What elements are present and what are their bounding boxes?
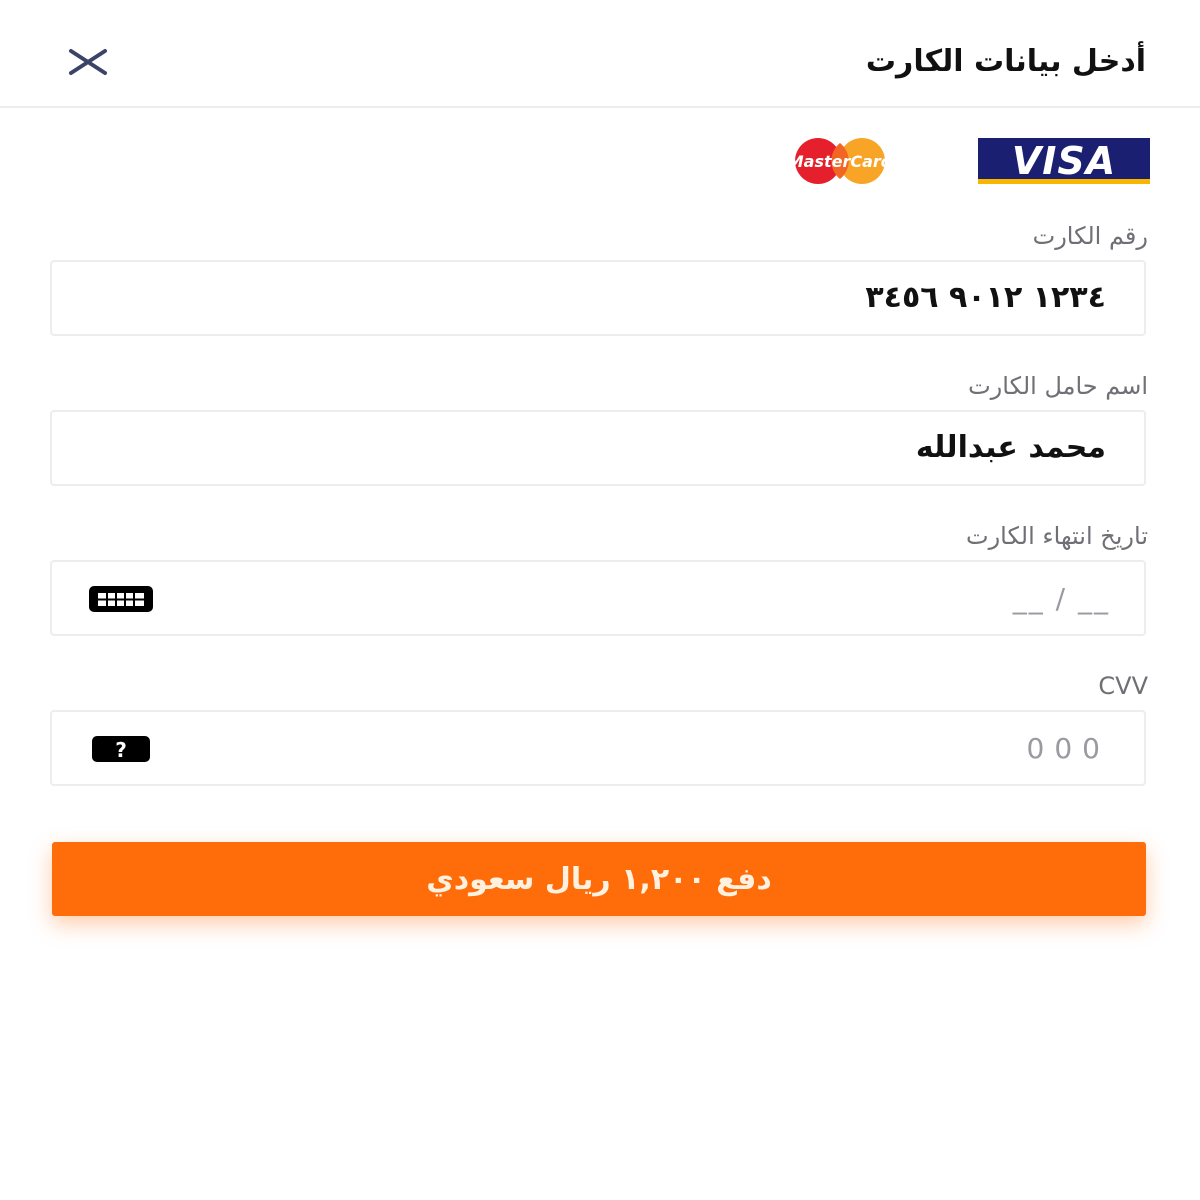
cvv-label: CVV xyxy=(1098,672,1148,700)
visa-logo: VISA xyxy=(978,138,1150,184)
pay-button[interactable]: دفع ١,٢٠٠ ريال سعودي xyxy=(52,842,1146,916)
expiry-field[interactable]: __ / __ xyxy=(50,560,1146,636)
close-button[interactable] xyxy=(58,38,118,86)
header: أدخل بيانات الكارت xyxy=(0,0,1200,108)
pay-button-label: دفع ١,٢٠٠ ريال سعودي xyxy=(426,861,772,897)
mastercard-logo: MasterCard xyxy=(788,138,893,184)
holder-name-label: اسم حامل الكارت xyxy=(968,372,1148,400)
card-payment-screen: أدخل بيانات الكارت VISA MasterCard رقم ا… xyxy=(0,0,1200,1200)
mastercard-logo-text: MasterCard xyxy=(788,152,893,171)
close-icon xyxy=(69,49,107,75)
expiry-label: تاريخ انتهاء الكارت xyxy=(966,522,1148,550)
holder-name-value: محمد عبدالله xyxy=(915,430,1106,465)
page-title: أدخل بيانات الكارت xyxy=(865,44,1146,79)
cvv-help-button[interactable]: ? xyxy=(88,734,154,764)
cvv-placeholder: 000 xyxy=(1026,732,1110,765)
calendar-icon xyxy=(89,586,153,612)
svg-text:?: ? xyxy=(115,738,127,762)
visa-logo-stripe xyxy=(978,179,1150,184)
card-number-label: رقم الكارت xyxy=(1032,222,1148,250)
expiry-placeholder: __ / __ xyxy=(1012,582,1110,615)
calendar-button[interactable] xyxy=(88,584,154,614)
cvv-field[interactable]: 000 ? xyxy=(50,710,1146,786)
visa-logo-text: VISA xyxy=(1011,139,1117,183)
card-number-value: ١٢٣٤ ٩٠١٢ ٣٤٥٦ xyxy=(865,280,1106,315)
help-icon: ? xyxy=(92,736,150,762)
card-number-field[interactable]: ١٢٣٤ ٩٠١٢ ٣٤٥٦ xyxy=(50,260,1146,336)
holder-name-field[interactable]: محمد عبدالله xyxy=(50,410,1146,486)
